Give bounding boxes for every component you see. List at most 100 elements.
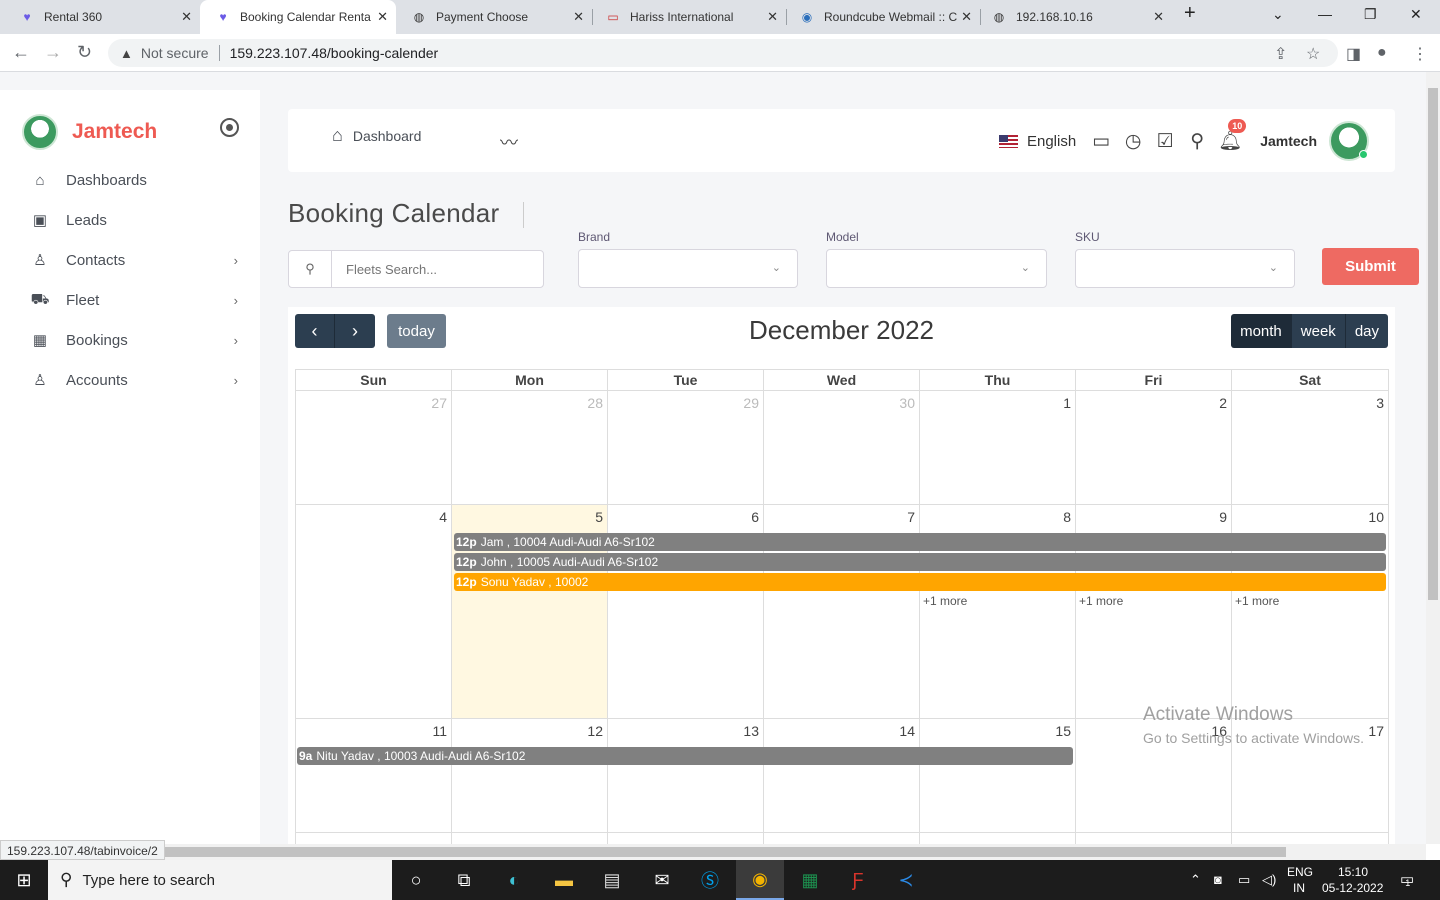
vertical-scrollbar[interactable] — [1426, 72, 1440, 844]
day-cell[interactable]: 27 — [296, 391, 452, 505]
brand-logo[interactable]: Jamtech — [22, 114, 157, 150]
browser-tab[interactable]: ◍ Payment Choose ✕ — [396, 0, 592, 34]
vscode-icon[interactable]: ≺ — [882, 860, 930, 900]
week-view-button[interactable]: week — [1291, 314, 1346, 348]
browser-tab-active[interactable]: ♥ Booking Calendar Renta ✕ — [200, 0, 396, 34]
calendar-event[interactable]: 12p John , 10005 Audi-Audi A6-Sr102 — [454, 553, 1386, 571]
restore-icon[interactable]: ❐ — [1364, 6, 1377, 23]
horizontal-scrollbar[interactable] — [0, 844, 1426, 860]
calendar-event[interactable]: 12p Sonu Yadav , 10002 — [454, 573, 1386, 591]
tab-search-chevron-icon[interactable]: ⌄ — [1272, 6, 1284, 23]
language-selector[interactable]: English — [1027, 133, 1076, 150]
day-cell[interactable]: 30 — [764, 391, 920, 505]
scrollbar-thumb[interactable] — [1428, 88, 1438, 600]
chrome-icon[interactable]: ◉ — [736, 860, 784, 900]
user-name[interactable]: Jamtech — [1260, 133, 1317, 149]
cortana-icon[interactable]: ○ — [392, 860, 440, 900]
more-events-link[interactable]: +1 more — [1079, 594, 1123, 608]
day-cell[interactable] — [920, 833, 1076, 844]
more-events-link[interactable]: +1 more — [923, 594, 967, 608]
input-language[interactable]: ENG — [1287, 865, 1313, 879]
warning-icon[interactable]: ▲ — [120, 46, 133, 61]
meet-icon[interactable]: ◙ — [1214, 872, 1222, 887]
browser-tab[interactable]: ▭ Hariss International ✕ — [590, 0, 786, 34]
store-icon[interactable]: ▤ — [588, 860, 636, 900]
close-tab-icon[interactable]: ✕ — [961, 9, 972, 25]
sidebar-item-dashboards[interactable]: ⌂ Dashboards — [30, 160, 250, 200]
calendar-event[interactable]: 9a Nitu Yadav , 10003 Audi-Audi A6-Sr102 — [297, 747, 1073, 765]
scrollbar-thumb[interactable] — [160, 847, 1286, 857]
omnibox[interactable]: ▲ Not secure 159.223.107.48/booking-cale… — [108, 39, 1338, 67]
chat-icon[interactable]: ▭ — [1090, 130, 1112, 153]
close-tab-icon[interactable]: ✕ — [181, 9, 192, 25]
avatar[interactable] — [1329, 121, 1369, 161]
not-secure-label[interactable]: Not secure — [141, 45, 209, 61]
task-view-icon[interactable]: ⧉ — [440, 860, 488, 900]
browser-tab[interactable]: ◉ Roundcube Webmail :: C ✕ — [784, 0, 980, 34]
sidebar-item-bookings[interactable]: ▦ Bookings › — [30, 320, 250, 360]
day-cell[interactable] — [1076, 833, 1232, 844]
checkbox-icon[interactable]: ☑ — [1154, 130, 1176, 153]
calendar-event[interactable]: 12p Jam , 10004 Audi-Audi A6-Sr102 — [454, 533, 1386, 551]
close-tab-icon[interactable]: ✕ — [767, 9, 778, 25]
fleet-search-input[interactable] — [332, 251, 532, 287]
minimize-icon[interactable]: — — [1318, 6, 1332, 22]
brand-select[interactable]: ⌄ — [578, 249, 798, 288]
clock-icon[interactable]: ◷ — [1122, 130, 1144, 153]
day-cell[interactable]: 3 — [1232, 391, 1389, 505]
tray-chevron-icon[interactable]: ⌃ — [1190, 872, 1201, 888]
browser-tab[interactable]: ◍ 192.168.10.16 ✕ — [976, 0, 1172, 34]
browser-tab[interactable]: ♥ Rental 360 ✕ — [4, 0, 200, 34]
skype-icon[interactable]: Ⓢ — [686, 860, 734, 900]
close-tab-icon[interactable]: ✕ — [573, 9, 584, 25]
volume-icon[interactable]: ◁) — [1262, 872, 1276, 888]
close-tab-icon[interactable]: ✕ — [377, 9, 388, 25]
mail-icon[interactable]: ✉ — [638, 860, 686, 900]
sidebar-item-fleet[interactable]: ⛟ Fleet › — [30, 280, 250, 320]
day-cell[interactable]: 28 — [452, 391, 608, 505]
day-cell[interactable] — [764, 833, 920, 844]
day-cell[interactable] — [296, 833, 452, 844]
reload-icon[interactable]: ↻ — [77, 42, 92, 63]
url-text[interactable]: 159.223.107.48/booking-calender — [230, 45, 439, 61]
day-cell[interactable] — [1232, 833, 1389, 844]
activity-icon[interactable]: 〰 — [500, 129, 518, 155]
bookmark-star-icon[interactable]: ☆ — [1306, 44, 1320, 64]
forward-icon[interactable]: → — [44, 42, 62, 63]
close-tab-icon[interactable]: ✕ — [1153, 9, 1164, 25]
day-cell[interactable]: 4 — [296, 505, 452, 719]
dashboard-link[interactable]: ⌂ Dashboard — [332, 125, 421, 146]
notification-center-icon[interactable]: ▭1 — [1400, 870, 1419, 888]
edge-icon[interactable]: ◐ — [490, 860, 538, 900]
new-tab-icon[interactable]: + — [1184, 2, 1196, 25]
day-cell[interactable]: 14 — [764, 719, 920, 833]
back-icon[interactable]: ← — [12, 42, 30, 63]
input-region[interactable]: IN — [1293, 881, 1305, 895]
day-cell[interactable]: 11 — [296, 719, 452, 833]
clock-time[interactable]: 15:10 — [1338, 865, 1368, 879]
sidebar-item-accounts[interactable]: ♙ Accounts › — [30, 360, 250, 400]
day-cell[interactable] — [608, 833, 764, 844]
model-select[interactable]: ⌄ — [826, 249, 1047, 288]
close-window-icon[interactable]: ✕ — [1410, 6, 1422, 23]
day-cell[interactable]: 2 — [1076, 391, 1232, 505]
sidebar-item-leads[interactable]: ▣ Leads — [30, 200, 250, 240]
taskbar-search[interactable]: ⚲ Type here to search — [48, 860, 392, 900]
day-cell[interactable]: 15 — [920, 719, 1076, 833]
spreadsheet-icon[interactable]: ▦ — [786, 860, 834, 900]
more-events-link[interactable]: +1 more — [1235, 594, 1279, 608]
clock-date[interactable]: 05-12-2022 — [1322, 881, 1383, 895]
day-cell[interactable]: 1 — [920, 391, 1076, 505]
day-cell[interactable]: 13 — [608, 719, 764, 833]
sku-select[interactable]: ⌄ — [1075, 249, 1295, 288]
day-view-button[interactable]: day — [1345, 314, 1388, 348]
side-panel-icon[interactable]: ◨ — [1346, 44, 1361, 64]
share-icon[interactable]: ⇪ — [1274, 44, 1287, 64]
windows-start-icon[interactable]: ⊞ — [0, 860, 48, 900]
file-explorer-icon[interactable]: ▬ — [540, 860, 588, 900]
sidebar-toggle-icon[interactable] — [220, 118, 239, 137]
network-icon[interactable]: ▭ — [1238, 872, 1250, 888]
browser-menu-icon[interactable]: ⋮ — [1412, 44, 1428, 64]
day-cell[interactable] — [452, 833, 608, 844]
day-cell[interactable]: 29 — [608, 391, 764, 505]
